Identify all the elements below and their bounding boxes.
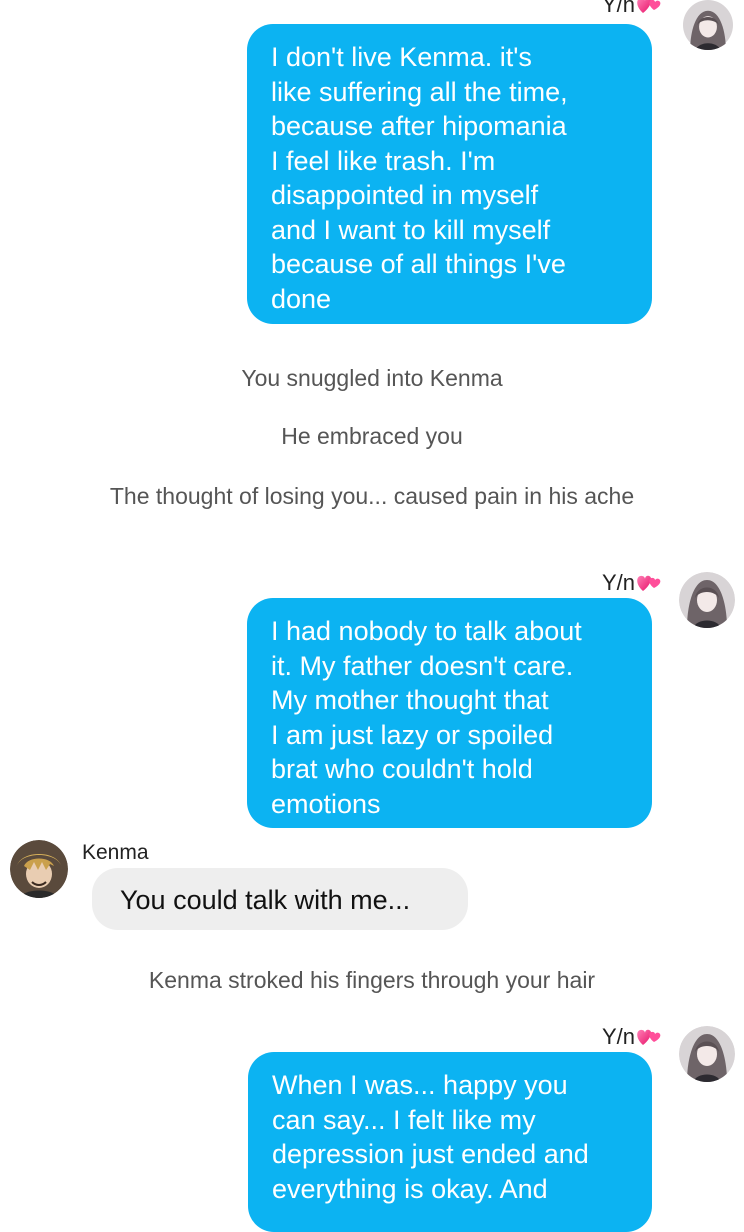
sender-name-yn: Y/n [462,570,662,596]
avatar-yn[interactable] [680,0,736,50]
avatar-yn[interactable] [679,572,735,628]
pink-hearts-icon [637,0,661,13]
user-avatar-icon [683,0,733,50]
narration-text: You snuggled into Kenma [241,365,503,391]
message-bubble-outgoing[interactable]: I had nobody to talk about it. My father… [247,598,652,828]
message-bubble-outgoing[interactable]: I don't live Kenma. it's like suffering … [247,24,652,324]
user-avatar-icon [679,1026,735,1082]
sender-name-yn: Y/n [462,1024,662,1050]
narration-text: Kenma stroked his fingers through your h… [148,967,596,993]
pink-hearts-icon [637,575,661,591]
message-bubble-incoming[interactable]: You could talk with me... [92,868,468,930]
avatar-yn[interactable] [679,1026,735,1082]
pink-hearts-icon [637,1029,661,1045]
kenma-avatar-icon [10,840,68,898]
message-bubble-outgoing[interactable]: When I was... happy you can say... I fel… [248,1052,652,1232]
avatar-kenma[interactable] [10,840,68,898]
user-avatar-icon [679,572,735,628]
narration-text: He embraced you [281,423,463,449]
sender-name-kenma: Kenma [82,841,149,864]
sender-name-yn: Y/n [462,0,662,18]
narration-text: The thought of losing you... caused pain… [109,483,635,509]
